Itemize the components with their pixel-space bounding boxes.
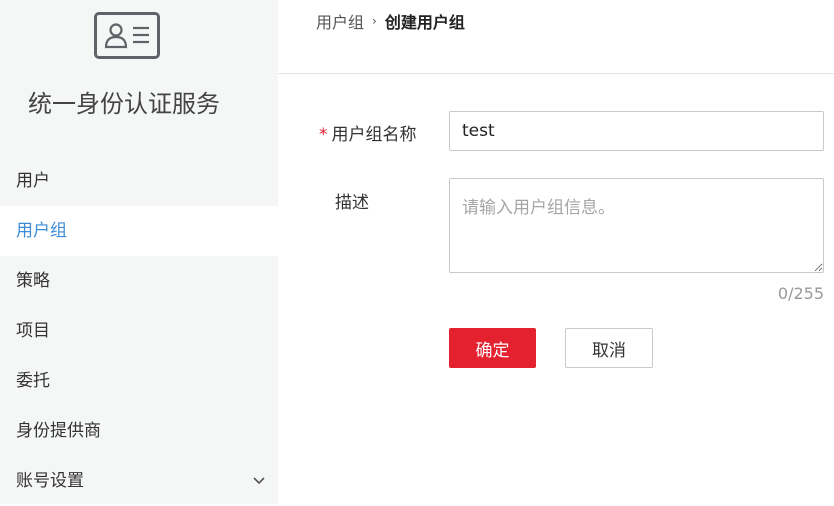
confirm-button[interactable]: 确定 xyxy=(449,328,536,368)
sidebar-nav: 用户 用户组 策略 项目 委托 身份提供商 账号设置 xyxy=(0,156,278,506)
sidebar-item-users[interactable]: 用户 xyxy=(0,156,278,206)
sidebar-item-label: 账号设置 xyxy=(16,471,84,491)
sidebar-item-label: 项目 xyxy=(16,321,50,341)
cancel-button[interactable]: 取消 xyxy=(565,328,653,368)
sidebar-item-label: 用户 xyxy=(16,171,50,191)
description-textarea[interactable] xyxy=(449,178,824,273)
breadcrumb: 用户组 › 创建用户组 xyxy=(316,9,465,33)
sidebar-item-policies[interactable]: 策略 xyxy=(0,256,278,306)
service-title: 统一身份认证服务 xyxy=(28,90,220,118)
sidebar-item-account-settings[interactable]: 账号设置 xyxy=(0,456,278,506)
group-name-input[interactable] xyxy=(449,111,824,151)
sidebar-item-label: 委托 xyxy=(16,371,50,391)
sidebar-item-label: 策略 xyxy=(16,271,50,291)
header-divider xyxy=(278,73,834,74)
breadcrumb-separator: › xyxy=(372,14,377,28)
required-mark: * xyxy=(319,125,328,145)
page-title: 创建用户组 xyxy=(384,13,465,32)
sidebar-item-label: 用户组 xyxy=(16,221,67,241)
breadcrumb-parent-link[interactable]: 用户组 xyxy=(316,9,364,33)
sidebar-item-projects[interactable]: 项目 xyxy=(0,306,278,356)
sidebar-item-agencies[interactable]: 委托 xyxy=(0,356,278,406)
sidebar: 统一身份认证服务 用户 用户组 策略 项目 委托 身份提供商 账号设置 xyxy=(0,0,278,504)
sidebar-item-user-groups[interactable]: 用户组 xyxy=(0,206,278,256)
id-card-icon xyxy=(94,12,160,59)
chevron-down-icon[interactable] xyxy=(252,474,266,488)
group-name-label: * 用户组名称 xyxy=(319,125,417,145)
sidebar-item-label: 身份提供商 xyxy=(16,421,101,441)
sidebar-item-identity-providers[interactable]: 身份提供商 xyxy=(0,406,278,456)
description-label: 描述 xyxy=(335,193,369,213)
character-counter: 0/255 xyxy=(777,284,824,303)
